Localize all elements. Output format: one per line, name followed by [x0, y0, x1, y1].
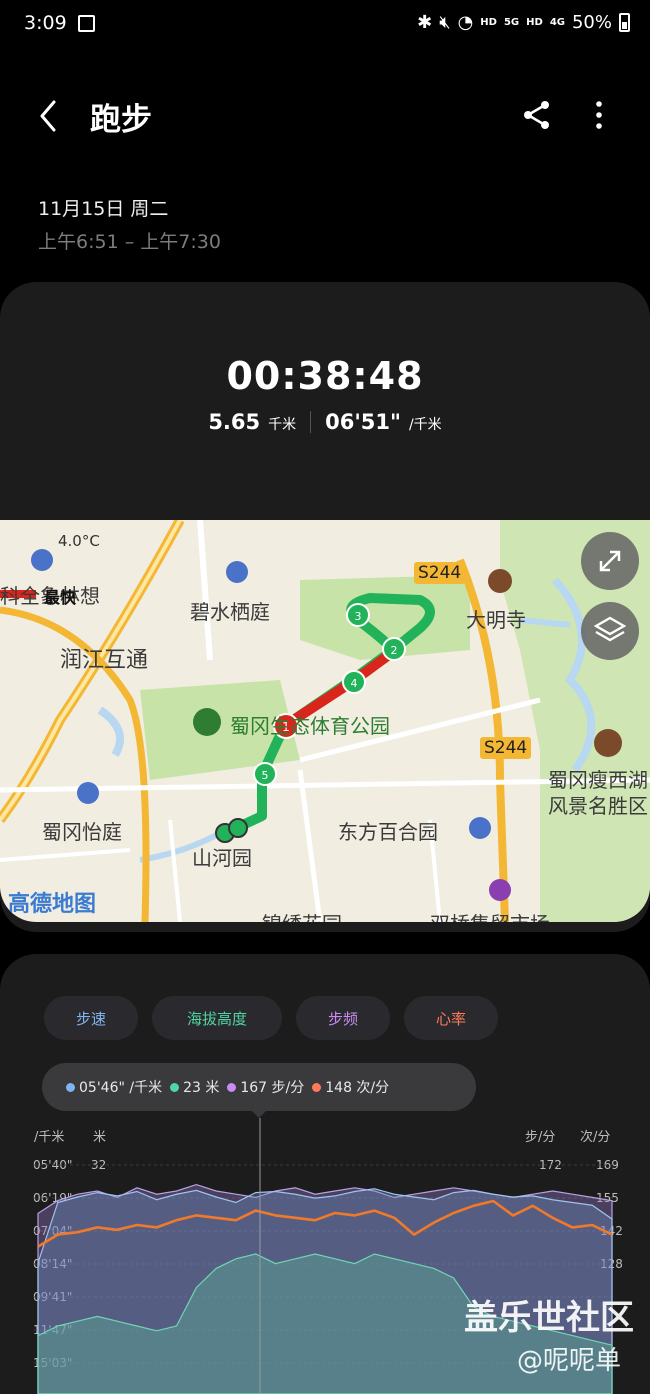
mute-icon: 🔇︎: [439, 12, 451, 33]
road-badge-s244-top: S244: [414, 562, 466, 584]
road-badge-s244-bottom: S244: [480, 737, 532, 759]
session-date: 11月15日 周二: [38, 198, 169, 220]
forum-user-watermark: @呢呢单: [517, 1346, 622, 1376]
image-notification-icon: [78, 15, 95, 32]
share-button[interactable]: [520, 98, 554, 132]
map-label-place-8: 东方百合园: [338, 820, 438, 844]
battery-icon: [619, 13, 630, 32]
map-label-place-1: 碧水栖庭: [190, 600, 270, 624]
back-button[interactable]: [30, 96, 66, 136]
map-label-place-10: 风景名胜区: [548, 794, 648, 818]
app-header: 跑步: [0, 80, 650, 150]
km-marker-2: 2: [391, 644, 398, 657]
km-marker-4: 4: [351, 677, 358, 690]
map-label-fastest: 最快: [44, 588, 77, 607]
network-2-gen: 4G: [549, 17, 565, 28]
status-indicators: ✱ 🔇︎ ◔ HD 5G HD 4G 50%: [417, 12, 630, 33]
map-label-place-5: 蜀冈生态体育公园: [230, 714, 390, 738]
metric-divider: [310, 411, 312, 433]
map-attribution: 高德地图: [8, 892, 97, 917]
more-vertical-icon: [596, 101, 602, 129]
expand-icon: [599, 550, 621, 572]
bluetooth-icon: ✱: [417, 12, 433, 33]
status-time: 3:09: [24, 12, 67, 34]
status-bar: 3:09 ✱ 🔇︎ ◔ HD 5G HD 4G 50%: [0, 0, 650, 50]
wifi-icon: ◔: [457, 12, 474, 33]
session-time-range: 上午6:51 – 上午7:30: [38, 231, 221, 253]
map-label-place-6: 蜀冈怡庭: [42, 820, 122, 844]
layers-icon: [593, 616, 627, 642]
route-map[interactable]: 1 2 3 4 5 4.0°C 科全象林想 最快 碧水栖庭 润江互通 S244 …: [0, 520, 650, 922]
map-label-place-7: 山河园: [192, 846, 252, 870]
summary-card: 00:38:48 5.65 千米 06'51" /千米 1 2 3 4 5 4.…: [0, 282, 650, 932]
km-marker-3: 3: [355, 610, 362, 623]
network-1-gen: 5G: [503, 17, 520, 28]
network-1-label: HD: [480, 17, 497, 28]
map-label-place-4: 大明寺: [466, 608, 526, 632]
expand-map-button[interactable]: [581, 532, 639, 590]
pace-value: 06'51": [325, 410, 401, 434]
chevron-left-icon: [40, 100, 56, 132]
metrics-row: 5.65 千米 06'51" /千米: [0, 410, 650, 434]
duration-value: 00:38:48: [226, 354, 424, 398]
page-title: 跑步: [90, 102, 152, 138]
km-marker-5: 5: [262, 769, 269, 782]
map-label-place-11: 锦绣花园: [262, 908, 342, 922]
network-2-label: HD: [526, 17, 543, 28]
map-label-place-9: 蜀冈瘦西湖: [548, 768, 648, 792]
map-label-place-12: 双桥集贸市场: [430, 908, 550, 922]
more-options-button[interactable]: [584, 98, 614, 132]
battery-percent: 50%: [571, 12, 612, 33]
distance-value: 5.65: [208, 410, 261, 434]
forum-watermark: 盖乐世社区: [464, 1298, 634, 1338]
distance-unit: 千米: [268, 417, 297, 433]
map-layers-button[interactable]: [581, 602, 639, 660]
share-icon: [524, 101, 549, 129]
map-label-place-2: 润江互通: [60, 648, 149, 673]
pace-unit: /千米: [408, 417, 442, 433]
map-temperature: 4.0°C: [58, 532, 100, 550]
